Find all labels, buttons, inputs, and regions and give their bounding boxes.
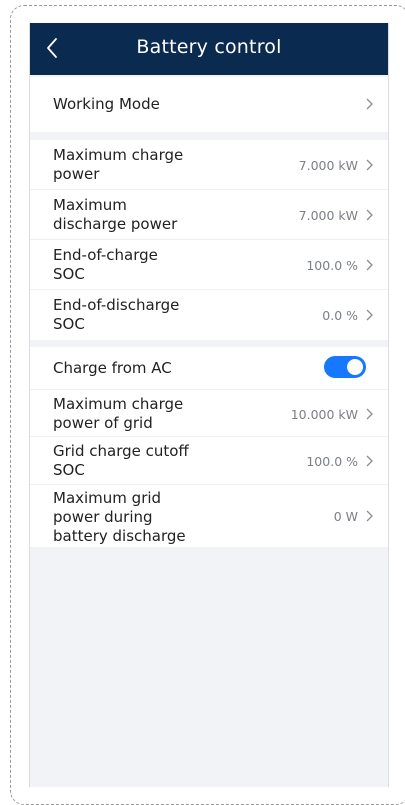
charge-from-ac-label: Charge from AC	[53, 359, 172, 377]
chevron-right-icon	[366, 159, 373, 171]
grid-charge-cutoff-soc-row[interactable]: Grid charge cutoff SOC 100.0 %	[30, 437, 388, 485]
max-grid-power-during-discharge-value: 0 W	[333, 509, 358, 524]
max-grid-power-during-discharge-label: Maximum grid power during battery discha…	[53, 489, 186, 545]
limits-section: Maximum charge power 7.000 kW Maximum di…	[30, 140, 388, 340]
end-of-discharge-soc-row[interactable]: End-of-discharge SOC 0.0 %	[30, 290, 388, 340]
max-discharge-power-value: 7.000 kW	[298, 208, 358, 223]
charge-from-ac-toggle[interactable]	[324, 356, 366, 378]
chevron-right-icon	[366, 209, 373, 221]
end-of-charge-soc-row[interactable]: End-of-charge SOC 100.0 %	[30, 240, 388, 290]
chevron-right-icon	[366, 259, 373, 271]
working-mode-row[interactable]: Working Mode	[30, 77, 388, 132]
grid-section: Charge from AC Maximum charge power of g…	[30, 347, 388, 547]
max-charge-power-label: Maximum charge power	[53, 146, 184, 183]
end-of-charge-soc-value: 100.0 %	[306, 258, 358, 273]
max-grid-power-during-discharge-row[interactable]: Maximum grid power during battery discha…	[30, 485, 388, 547]
header-bar: Battery control	[30, 23, 388, 75]
max-charge-power-value: 7.000 kW	[298, 158, 358, 173]
max-grid-charge-power-value: 10.000 kW	[290, 407, 358, 422]
max-charge-power-row[interactable]: Maximum charge power 7.000 kW	[30, 140, 388, 190]
chevron-right-icon	[366, 408, 373, 420]
working-mode-label: Working Mode	[53, 95, 160, 113]
toggle-knob	[347, 359, 363, 375]
grid-charge-cutoff-soc-label: Grid charge cutoff SOC	[53, 442, 189, 479]
end-of-discharge-soc-label: End-of-discharge SOC	[53, 296, 180, 333]
mode-section: Working Mode	[30, 77, 388, 132]
page-title: Battery control	[136, 36, 282, 58]
end-of-discharge-soc-value: 0.0 %	[322, 308, 358, 323]
max-discharge-power-label: Maximum discharge power	[53, 196, 178, 233]
app-screen: Battery control Working Mode Maximum cha…	[29, 23, 389, 787]
chevron-right-icon	[366, 455, 373, 467]
end-of-charge-soc-label: End-of-charge SOC	[53, 246, 158, 283]
max-grid-charge-power-row[interactable]: Maximum charge power of grid 10.000 kW	[30, 390, 388, 437]
chevron-right-icon	[366, 309, 373, 321]
max-discharge-power-row[interactable]: Maximum discharge power 7.000 kW	[30, 190, 388, 240]
chevron-right-icon	[366, 510, 373, 522]
charge-from-ac-row: Charge from AC	[30, 347, 388, 390]
grid-charge-cutoff-soc-value: 100.0 %	[306, 454, 358, 469]
max-grid-charge-power-label: Maximum charge power of grid	[53, 395, 184, 432]
chevron-right-icon	[366, 98, 373, 110]
